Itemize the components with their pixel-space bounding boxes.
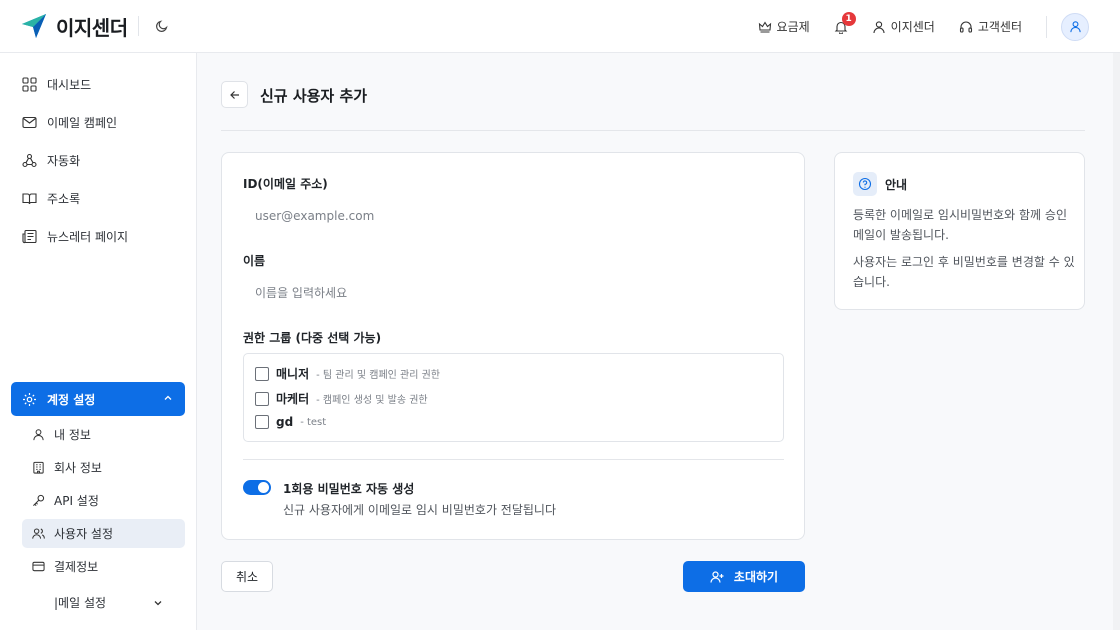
top-header: 이지센더 요금제 1 이지센더 고객센터 (0, 0, 1120, 53)
newsletter-icon (22, 229, 37, 244)
role-checkbox[interactable] (255, 415, 269, 429)
role-description: - 팀 관리 및 캠페인 관리 권한 (316, 370, 441, 381)
header-divider (137, 16, 139, 36)
toggle-knob (258, 482, 269, 493)
user-plus-icon (710, 570, 724, 583)
roles-list: 매니저 - 팀 관리 및 캠페인 관리 권한 마케터 - 캠페인 생성 및 발송… (243, 353, 784, 442)
dashboard-icon (22, 77, 37, 92)
back-button[interactable] (221, 81, 248, 108)
gear-icon (22, 392, 37, 407)
role-checkbox[interactable] (255, 391, 269, 406)
notification-badge: 1 (841, 11, 856, 26)
users-icon (32, 528, 45, 539)
arrow-left-icon (229, 90, 239, 99)
sidebar-item-newsletter[interactable]: 뉴스레터 페이지 (22, 228, 128, 245)
sidebar-sub-label: 사용자 설정 (54, 527, 114, 541)
mail-icon (22, 116, 37, 129)
info-text: 사용자는 로그인 후 비밀번호를 변경할 수 있습니다. (853, 255, 1075, 289)
sidebar: 대시보드 이메일 캠페인 자동화 주소록 뉴스레터 페이지 계정 설정 내 정보… (0, 53, 197, 630)
user-menu[interactable]: 이지센더 (872, 18, 935, 35)
invite-button[interactable]: 초대하기 (683, 561, 805, 592)
user-icon (1069, 21, 1081, 33)
roles-label: 권한 그룹 (다중 선택 가능) (243, 331, 382, 345)
role-description: - 캠페인 생성 및 발송 권한 (316, 395, 428, 406)
sidebar-item-email-campaign[interactable]: 이메일 캠페인 (22, 114, 117, 131)
sidebar-sub-label: 회사 정보 (54, 461, 102, 475)
otp-label: 1회용 비밀번호 자동 생성 (283, 482, 415, 496)
support-link[interactable]: 고객센터 (959, 18, 1022, 35)
name-field[interactable] (243, 279, 783, 307)
role-name: gd (276, 415, 294, 429)
role-option-manager[interactable]: 매니저 - 팀 관리 및 캠페인 관리 권한 (255, 365, 440, 382)
sidebar-item-mail-settings[interactable]: |메일 설정 (22, 588, 185, 617)
email-label: ID(이메일 주소) (243, 177, 328, 191)
building-icon (33, 461, 44, 474)
crown-icon (758, 20, 771, 33)
role-description: - test (300, 416, 327, 428)
user-label: 이지센더 (890, 20, 935, 34)
card-icon (32, 561, 45, 572)
sidebar-item-address-book[interactable]: 주소록 (22, 190, 80, 207)
sidebar-item-dashboard[interactable]: 대시보드 (22, 76, 91, 93)
pricing-label: 요금제 (776, 20, 810, 34)
info-card: 안내 등록한 이메일로 임시비밀번호와 함께 승인 메일이 발송됩니다. 사용자… (834, 152, 1085, 310)
automation-icon (22, 153, 37, 168)
info-text: 등록한 이메일로 임시비밀번호와 함께 승인 메일이 발송됩니다. (853, 208, 1067, 242)
sidebar-item-company-info[interactable]: 회사 정보 (22, 453, 185, 482)
book-icon (22, 193, 37, 205)
sidebar-item-label: 자동화 (47, 154, 81, 168)
app-name: 이지센더 (56, 15, 128, 40)
otp-toggle[interactable] (243, 480, 271, 495)
sidebar-item-billing[interactable]: 결제정보 (22, 552, 185, 581)
role-option-marketer[interactable]: 마케터 - 캠페인 생성 및 발송 권한 (255, 390, 428, 407)
sidebar-item-automation[interactable]: 자동화 (22, 152, 80, 169)
sidebar-sub-label: API 설정 (54, 494, 99, 508)
role-checkbox[interactable] (255, 366, 269, 381)
sidebar-item-label: 이메일 캠페인 (47, 116, 118, 130)
role-option-gd[interactable]: gd - test (255, 415, 326, 429)
email-field[interactable] (243, 202, 783, 230)
avatar[interactable] (1061, 12, 1089, 41)
name-label: 이름 (243, 254, 266, 268)
pricing-link[interactable]: 요금제 (758, 18, 810, 35)
invite-label: 초대하기 (733, 570, 779, 584)
cancel-button[interactable]: 취소 (221, 561, 273, 592)
chevron-up-icon (164, 395, 172, 400)
role-name: 마케터 (276, 392, 310, 406)
role-name: 매니저 (276, 367, 310, 381)
app-logo[interactable]: 이지센더 (20, 12, 128, 41)
sidebar-sub-label: 내 정보 (54, 428, 91, 442)
help-circle-icon (853, 172, 877, 196)
account-settings-label: 계정 설정 (47, 392, 96, 407)
support-label: 고객센터 (977, 20, 1022, 34)
paper-plane-icon (22, 14, 46, 38)
notification-button[interactable]: 1 (834, 11, 856, 34)
page-title: 신규 사용자 추가 (260, 87, 368, 105)
otp-description: 신규 사용자에게 이메일로 임시 비밀번호가 전달됩니다 (283, 503, 556, 517)
sidebar-item-my-info[interactable]: 내 정보 (22, 420, 185, 449)
sidebar-item-user-settings[interactable]: 사용자 설정 (22, 519, 185, 548)
scrollbar[interactable] (1113, 53, 1120, 630)
info-title: 안내 (885, 178, 908, 192)
sidebar-sub-label: 결제정보 (54, 560, 99, 574)
account-settings-toggle[interactable]: 계정 설정 (11, 382, 185, 416)
sidebar-item-label: 주소록 (47, 192, 81, 206)
title-divider (221, 130, 1085, 131)
user-icon (873, 20, 885, 33)
sidebar-sub-label: |메일 설정 (54, 596, 107, 610)
sidebar-item-label: 뉴스레터 페이지 (47, 230, 129, 244)
user-icon (33, 429, 44, 441)
moon-icon[interactable] (151, 15, 173, 37)
form-divider (243, 459, 784, 460)
sidebar-item-label: 대시보드 (47, 78, 92, 92)
header-divider (1046, 15, 1047, 38)
headset-icon (959, 21, 972, 33)
key-icon (33, 494, 45, 506)
user-form-card: ID(이메일 주소) 이름 권한 그룹 (다중 선택 가능) 매니저 - 팀 관… (221, 152, 805, 540)
sidebar-item-api-settings[interactable]: API 설정 (22, 486, 185, 515)
chevron-down-icon (154, 600, 162, 605)
